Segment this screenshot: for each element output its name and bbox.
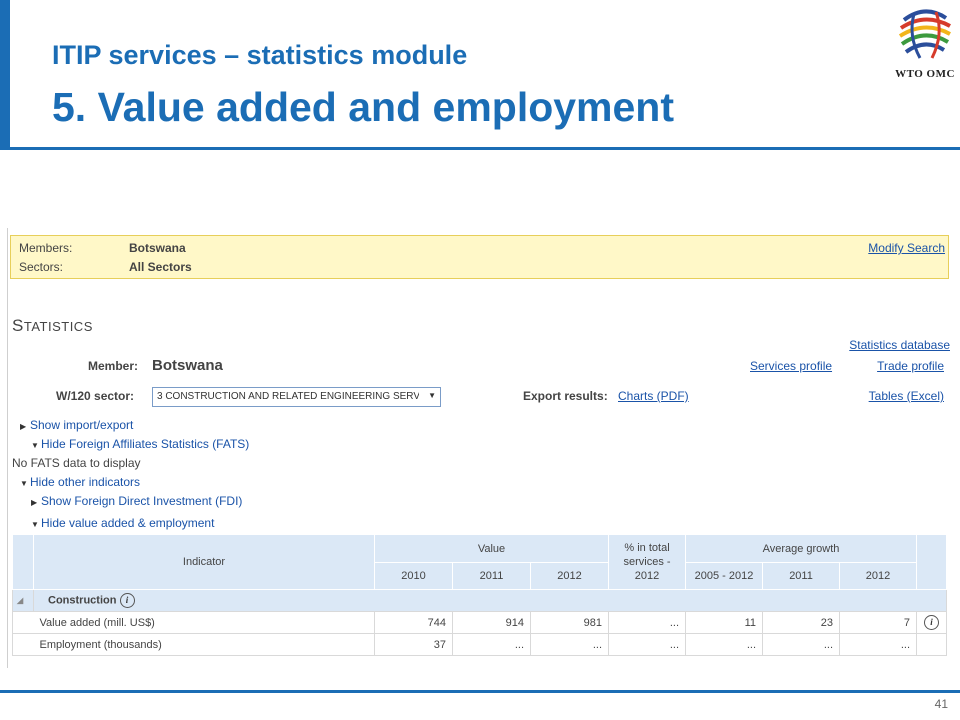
table-cell: 981 (529, 611, 610, 634)
table-cell: ... (839, 633, 918, 656)
header-pct-total: % in total services - 2012 (608, 534, 687, 590)
member-label: Member: (88, 359, 139, 373)
accent-bar (0, 0, 10, 148)
toggle-fats[interactable]: ▼ Hide Foreign Affiliates Statistics (FAT… (31, 437, 249, 451)
category-row[interactable]: ◢ Construction i (12, 589, 948, 612)
table-cell: 37 (374, 633, 453, 656)
table-cell: ... (608, 611, 687, 634)
search-summary: Members: Botswana Sectors: All Sectors M… (10, 235, 949, 279)
table-header-spacer (12, 534, 34, 590)
table-row: Employment (thousands) 37 ... ... ... ..… (12, 633, 948, 656)
header-average-growth: Average growth (685, 534, 918, 563)
table-cell: ... (608, 633, 687, 656)
wto-globe-icon (898, 9, 951, 59)
header-year: 2012 (529, 562, 610, 590)
table-header-spacer (916, 534, 948, 590)
category-label: Construction (48, 594, 117, 607)
info-icon[interactable]: i (119, 593, 135, 608)
table-cell: ... (529, 633, 610, 656)
footer-divider (0, 690, 960, 693)
modify-search-link[interactable]: Modify Search (868, 241, 945, 255)
table-cell: 914 (452, 611, 531, 634)
table-cell: 744 (374, 611, 453, 634)
wto-logo: WTO OMC (890, 2, 960, 84)
table-cell: ... (452, 633, 531, 656)
logo-text: WTO OMC (895, 68, 955, 80)
export-label: Export results: (523, 389, 608, 403)
toggle-import-export[interactable]: ▶ Show import/export (20, 418, 133, 432)
header-growth-period: 2012 (839, 562, 918, 590)
page-number: 41 (934, 697, 948, 711)
statistics-heading: STATISTICS (12, 316, 93, 335)
caret-right-icon: ▶ (31, 498, 38, 507)
chevron-down-icon: ▼ (428, 391, 436, 400)
table-cell: ... (762, 633, 841, 656)
toggle-fdi[interactable]: ▶ Show Foreign Direct Investment (FDI) (31, 494, 242, 508)
toggle-value-added[interactable]: ▼ Hide value added & employment (31, 516, 214, 530)
toggle-other-indicators[interactable]: ▼ Hide other indicators (20, 475, 140, 489)
slide-subtitle: ITIP services – statistics module (52, 40, 468, 70)
row-indicator: Employment (thousands) (33, 633, 375, 656)
members-label: Members: (19, 241, 73, 255)
caret-down-icon: ▼ (20, 479, 28, 488)
collapse-icon[interactable]: ◢ (12, 589, 34, 612)
header-year: 2011 (452, 562, 531, 590)
table-cell: 23 (762, 611, 841, 634)
sectors-label: Sectors: (19, 260, 64, 274)
export-charts-link[interactable]: Charts (PDF) (618, 389, 689, 403)
sectors-value: All Sectors (129, 260, 192, 274)
caret-down-icon: ▼ (31, 520, 39, 529)
row-indicator: Value added (mill. US$) (33, 611, 375, 634)
sector-select-value: 3 CONSTRUCTION AND RELATED ENGINEERING S… (157, 391, 419, 402)
statistics-database-link[interactable]: Statistics database (849, 338, 950, 352)
table-cell: ... (685, 633, 764, 656)
header-indicator: Indicator (33, 534, 375, 590)
header-divider (0, 147, 960, 150)
header-growth-period: 2011 (762, 562, 841, 590)
header-year: 2010 (374, 562, 453, 590)
table-row: Value added (mill. US$) 744 914 981 ... … (12, 611, 948, 634)
info-icon[interactable]: i (924, 615, 940, 630)
members-value: Botswana (129, 241, 186, 255)
slide-title: 5. Value added and employment (52, 84, 675, 130)
trade-profile-link[interactable]: Trade profile (877, 359, 944, 373)
sector-label: W/120 sector: (56, 389, 135, 403)
services-profile-link[interactable]: Services profile (750, 359, 832, 373)
header-growth-period: 2005 - 2012 (685, 562, 764, 590)
member-value: Botswana (152, 357, 223, 374)
header-value: Value (373, 534, 610, 563)
caret-right-icon: ▶ (20, 422, 27, 431)
screenshot-border (7, 228, 8, 668)
export-tables-link[interactable]: Tables (Excel) (869, 389, 944, 403)
caret-down-icon: ▼ (31, 441, 39, 450)
table-cell: 11 (685, 611, 764, 634)
no-fats-message: No FATS data to display (12, 456, 141, 470)
sector-select[interactable]: 3 CONSTRUCTION AND RELATED ENGINEERING S… (152, 387, 441, 407)
table-cell: 7 (839, 611, 918, 634)
value-added-table: Indicator Value % in total services - 20… (12, 534, 948, 656)
